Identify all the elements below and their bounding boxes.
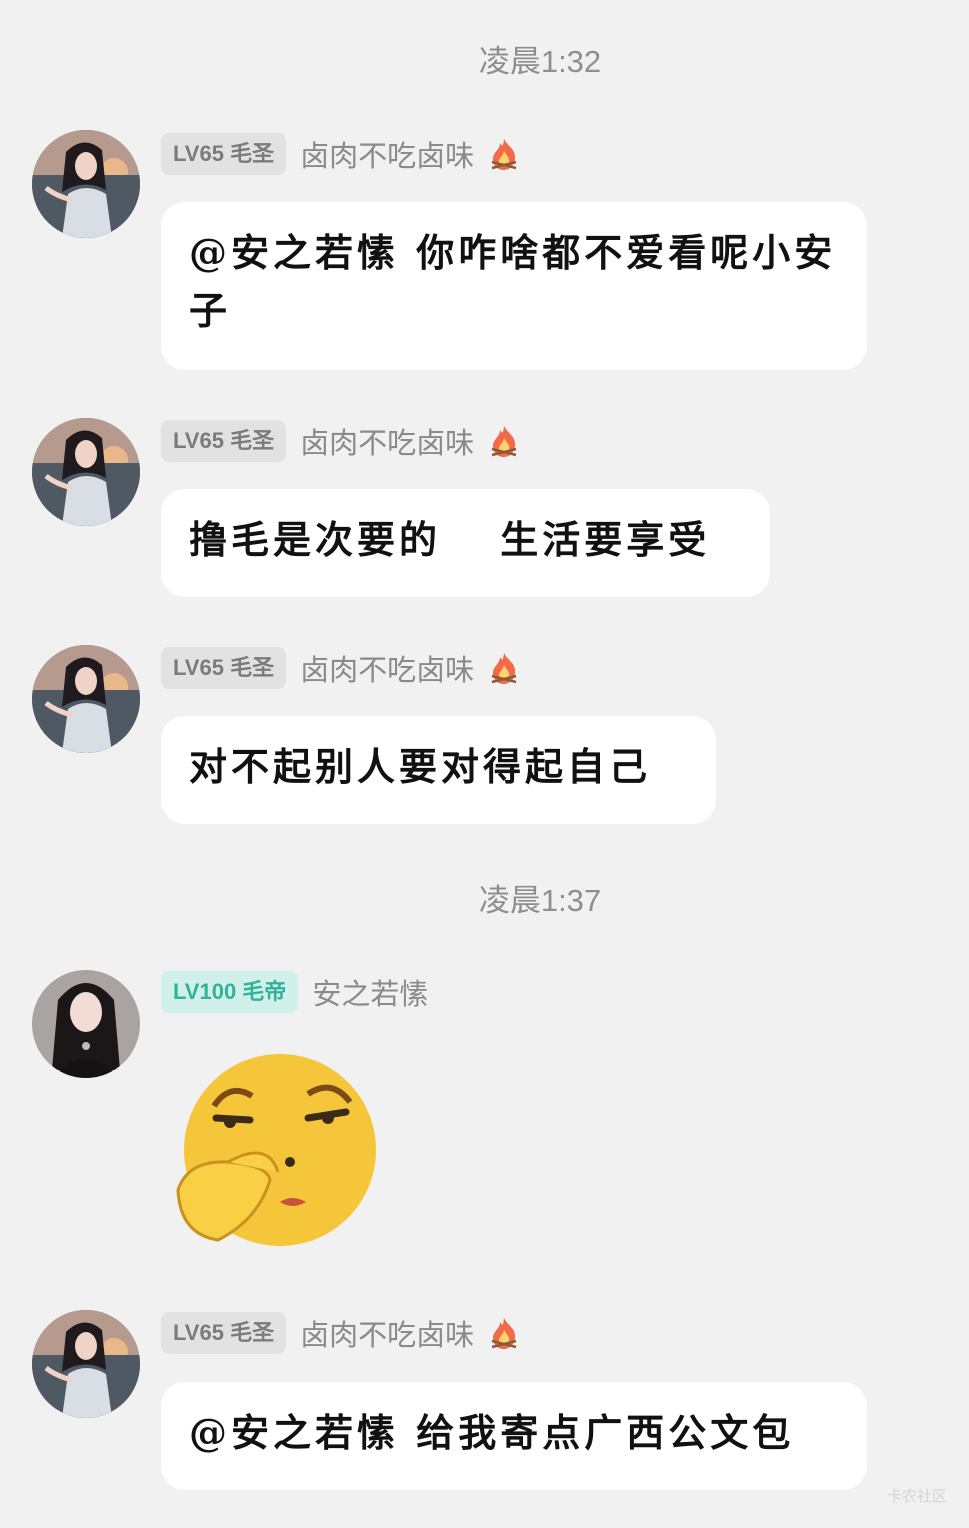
username[interactable]: 卤肉不吃卤味 [300,1312,474,1354]
level-badge: LV100 毛帝 [161,971,299,1013]
message-bubble[interactable]: @安之若愫 你咋啥都不爱看呢小安子 [161,202,867,370]
avatar[interactable] [32,130,140,238]
username[interactable]: 卤肉不吃卤味 [300,647,474,689]
fire-icon [491,426,517,457]
level-badge: LV65 毛圣 [161,420,287,462]
avatar[interactable] [32,1310,140,1418]
username[interactable]: 卤肉不吃卤味 [300,133,474,175]
avatar[interactable] [32,418,140,526]
avatar[interactable] [32,645,140,753]
level-badge: LV65 毛圣 [161,1312,287,1354]
level-badge: LV65 毛圣 [161,133,287,175]
username[interactable]: 安之若愫 [312,971,428,1013]
username[interactable]: 卤肉不吃卤味 [300,420,474,462]
message-bubble[interactable]: @安之若愫 给我寄点广西公文包 [161,1382,867,1490]
timestamp: 凌晨1:32 [478,44,602,79]
message-bubble[interactable]: 对不起别人要对得起自己 [161,716,716,824]
fire-icon [491,139,517,170]
avatar[interactable] [32,970,140,1078]
fire-icon [491,1318,517,1349]
fire-icon [491,653,517,684]
message-bubble[interactable]: 撸毛是次要的 生活要享受 [161,489,770,597]
watermark: 卡农社区 [886,1487,947,1505]
timestamp: 凌晨1:37 [478,883,602,918]
smirk-thinking-emoji[interactable] [168,1050,388,1250]
level-badge: LV65 毛圣 [161,647,287,689]
